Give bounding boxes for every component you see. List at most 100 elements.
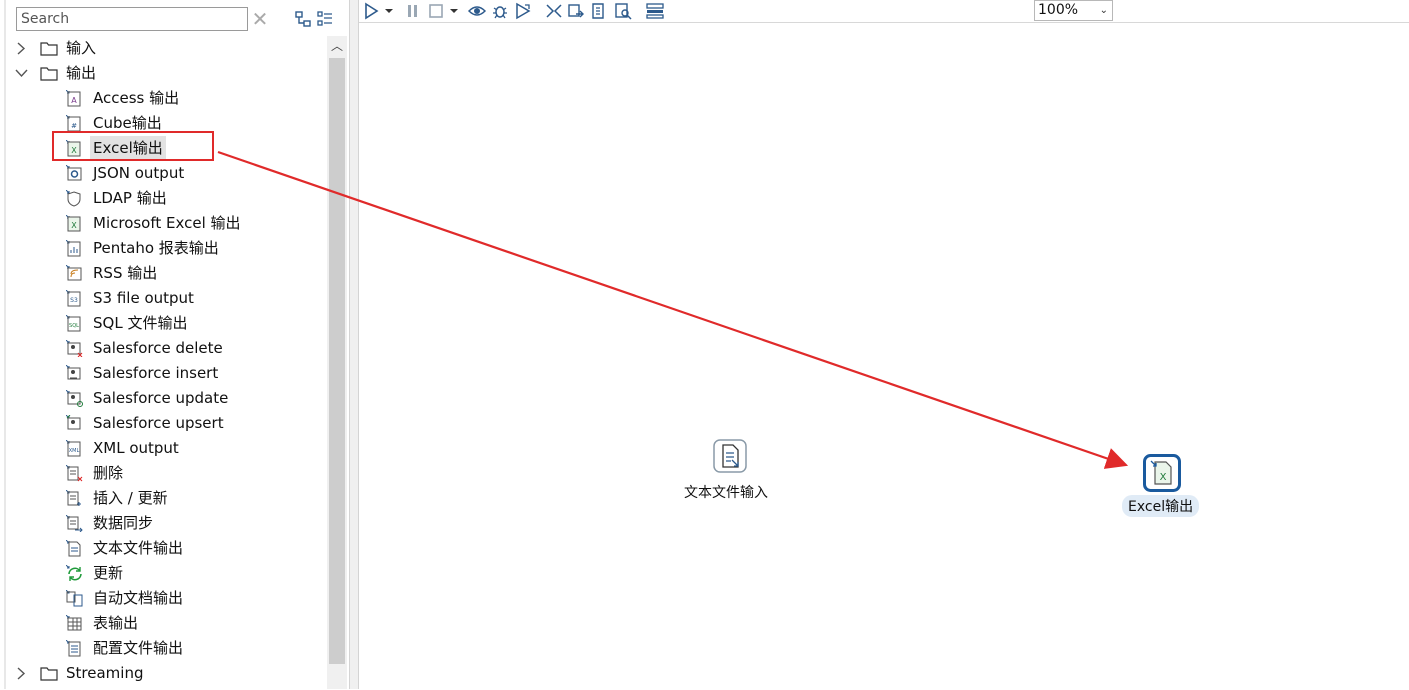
transformation-canvas[interactable]: 文本文件输入 X Excel输出 xyxy=(359,22,1409,690)
svg-text:#: # xyxy=(71,122,77,130)
properties-icon xyxy=(66,640,81,657)
svg-text:XML: XML xyxy=(69,448,80,454)
ldap-icon xyxy=(66,190,81,207)
chevron-right-icon[interactable] xyxy=(14,36,28,61)
chevron-down-icon[interactable] xyxy=(14,61,28,86)
tree-item-label: S3 file output xyxy=(93,289,194,307)
tree-item[interactable]: SQL SQL 文件输出 xyxy=(6,311,326,336)
collapse-all-icon[interactable] xyxy=(294,10,312,28)
tree-item[interactable]: RSS 输出 xyxy=(6,261,326,286)
stop-dropdown-icon[interactable] xyxy=(449,2,459,20)
tree-item[interactable]: 更新 xyxy=(6,561,326,586)
autodoc-icon xyxy=(66,590,83,607)
verify-icon[interactable] xyxy=(545,2,563,20)
chevron-right-icon[interactable] xyxy=(14,661,28,686)
scroll-up-icon[interactable]: ︿ xyxy=(327,36,347,56)
tree-category-streaming[interactable]: Streaming xyxy=(6,661,326,686)
tree-item[interactable]: 自动文档输出 xyxy=(6,586,326,611)
svg-text:SQL: SQL xyxy=(69,323,79,329)
update-icon xyxy=(66,565,82,581)
text-file-icon xyxy=(66,540,81,557)
tree-item[interactable]: Salesforce insert xyxy=(6,361,326,386)
xml-icon: XML xyxy=(66,440,81,457)
salesforce-delete-icon xyxy=(66,340,83,357)
clear-search-icon[interactable]: ✕ xyxy=(250,7,270,31)
canvas-toolbar: 100% ⌄ xyxy=(359,0,1409,22)
tree-category-input[interactable]: 输入 xyxy=(6,36,326,61)
annotation-highlight-box xyxy=(52,131,214,161)
tree-item[interactable]: 删除 xyxy=(6,461,326,486)
tree-item[interactable]: A Access 输出 xyxy=(6,86,326,111)
tree-category-label: Streaming xyxy=(66,664,144,682)
tree-item[interactable]: XML XML output xyxy=(6,436,326,461)
tree-item[interactable]: 文本文件输出 xyxy=(6,536,326,561)
step-text-file-input[interactable] xyxy=(713,439,747,473)
salesforce-update-icon xyxy=(66,390,83,407)
salesforce-insert-icon xyxy=(66,365,81,380)
chevron-down-icon[interactable]: ⌄ xyxy=(1100,1,1108,20)
run-dropdown-icon[interactable] xyxy=(384,2,394,20)
stop-icon[interactable] xyxy=(427,2,445,20)
tree-item[interactable]: Salesforce delete xyxy=(6,336,326,361)
tree-item-label: Salesforce delete xyxy=(93,339,223,357)
replay-icon[interactable] xyxy=(514,2,532,20)
tree-item-label: LDAP 输出 xyxy=(93,189,167,207)
tree-item-label: 删除 xyxy=(93,464,124,482)
cube-icon: # xyxy=(66,115,81,132)
tree-category-output[interactable]: 输出 xyxy=(6,61,326,86)
tree-item[interactable]: Salesforce update xyxy=(6,386,326,411)
tree-item[interactable]: Salesforce upsert xyxy=(6,411,326,436)
tree-item-label: 插入 / 更新 xyxy=(93,489,168,507)
svg-text:X: X xyxy=(1160,472,1167,483)
table-icon xyxy=(66,615,82,631)
debug-icon[interactable] xyxy=(491,2,509,20)
tree-item-label: 数据同步 xyxy=(93,514,154,532)
folder-icon xyxy=(40,67,58,81)
search-bar: ✕ xyxy=(14,6,344,34)
rss-icon xyxy=(66,265,82,281)
panel-splitter[interactable] xyxy=(349,0,359,689)
tree-item-label: Access 输出 xyxy=(93,89,180,107)
tree-item[interactable]: S3 S3 file output xyxy=(6,286,326,311)
run-icon[interactable] xyxy=(362,2,380,20)
sql-icon[interactable] xyxy=(589,2,607,20)
s3-icon: S3 xyxy=(66,290,81,307)
excel-output-icon: X xyxy=(1143,454,1181,492)
preview-eye-icon[interactable] xyxy=(468,2,486,20)
json-icon xyxy=(66,165,82,181)
access-icon: A xyxy=(66,90,81,107)
explore-db-icon[interactable] xyxy=(614,2,632,20)
tree-item-label: Salesforce update xyxy=(93,389,229,407)
step-excel-output[interactable]: X xyxy=(1143,454,1181,492)
tree-item[interactable]: Pentaho 报表输出 xyxy=(6,236,326,261)
tree-item-label: Microsoft Excel 输出 xyxy=(93,214,241,232)
scrollbar-thumb[interactable] xyxy=(329,58,345,664)
design-palette-panel: ✕ 输入 输出 AAccess 输出#Cube输出XExcel输出JSON ou… xyxy=(0,0,349,689)
tree-item[interactable]: 表输出 xyxy=(6,611,326,636)
folder-icon xyxy=(40,667,58,681)
tree-item[interactable]: 数据同步 xyxy=(6,511,326,536)
impact-icon[interactable] xyxy=(567,2,585,20)
tree-item-label: 配置文件输出 xyxy=(93,639,184,657)
zoom-select[interactable]: 100% ⌄ xyxy=(1034,0,1113,21)
step-label: 文本文件输入 xyxy=(684,485,768,501)
tree-item-label: 自动文档输出 xyxy=(93,589,184,607)
tree-item[interactable]: JSON output xyxy=(6,161,326,186)
tree-item[interactable]: 插入 / 更新 xyxy=(6,486,326,511)
tree-item-label: JSON output xyxy=(93,164,185,182)
tree-item[interactable]: 配置文件输出 xyxy=(6,636,326,661)
folder-icon xyxy=(40,42,58,56)
show-results-icon[interactable] xyxy=(645,2,665,20)
insert-update-icon xyxy=(66,490,81,506)
tree-category-label: 输入 xyxy=(66,39,97,57)
pause-icon[interactable] xyxy=(404,2,422,20)
expand-all-icon[interactable] xyxy=(316,10,334,28)
tree-item-label: Salesforce upsert xyxy=(93,414,224,432)
tree-item[interactable]: LDAP 输出 xyxy=(6,186,326,211)
tree-item-label: XML output xyxy=(93,439,179,457)
zoom-value: 100% xyxy=(1038,2,1079,18)
tree-item-label: 文本文件输出 xyxy=(93,539,184,557)
tree-item[interactable]: X Microsoft Excel 输出 xyxy=(6,211,326,236)
svg-text:X: X xyxy=(71,221,77,230)
search-input[interactable] xyxy=(16,7,248,31)
